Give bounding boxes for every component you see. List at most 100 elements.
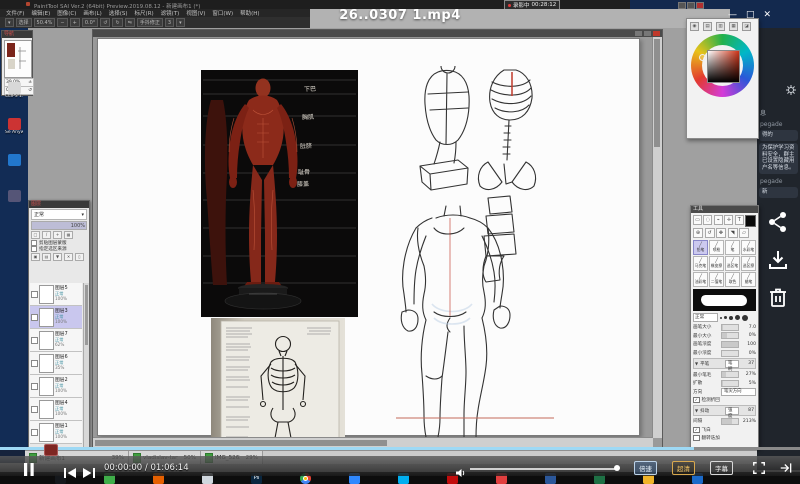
brush-11[interactable]: ╱蜡笔 xyxy=(741,272,756,287)
layer-row-6[interactable]: 图层1正常100% xyxy=(30,421,82,444)
download-icon[interactable] xyxy=(766,248,790,272)
special-tool-icon[interactable]: ▱ xyxy=(739,228,749,238)
setting-6[interactable]: 扩散5% xyxy=(693,379,756,388)
canvas-vertical-scrollbar[interactable] xyxy=(652,37,662,438)
eyedropper-icon[interactable]: ◥ xyxy=(728,228,738,238)
rotate-cw-button[interactable]: ↻ xyxy=(112,18,122,27)
layer-row-1[interactable]: 图层3正常100% xyxy=(30,306,82,329)
gear-icon[interactable] xyxy=(785,84,797,96)
mixer-tab-icon[interactable]: ◪ xyxy=(742,22,751,31)
text-tool-icon[interactable]: T xyxy=(735,215,744,225)
size-preset-1[interactable] xyxy=(720,317,722,319)
menu-5[interactable]: 标尺(R) xyxy=(135,9,154,17)
setting-1[interactable]: 最小大小0% xyxy=(693,332,756,341)
zoom-tool-icon[interactable]: ⊕ xyxy=(693,228,703,238)
tool-dropdown[interactable]: ▾ xyxy=(5,18,14,27)
layers-scrollbar[interactable] xyxy=(83,283,89,454)
new-folder-icon[interactable]: ▤ xyxy=(42,253,51,261)
menu-2[interactable]: 图像(C) xyxy=(57,9,76,17)
section-dropdown[interactable]: 笔刷 xyxy=(725,360,739,368)
hsv-tab-icon[interactable]: ▥ xyxy=(716,22,725,31)
setting-slider[interactable] xyxy=(721,324,739,331)
menu-7[interactable]: 视图(V) xyxy=(186,9,205,17)
chat-message[interactable]: 新 xyxy=(759,187,798,198)
select-tool-box[interactable]: 选择 xyxy=(16,18,32,27)
menu-4[interactable]: 选择(S) xyxy=(109,9,128,17)
swatch-tab-icon[interactable]: ▦ xyxy=(729,22,738,31)
setting-slider[interactable] xyxy=(721,380,739,387)
zoom-in-button[interactable]: + xyxy=(70,18,80,27)
pause-button[interactable] xyxy=(23,461,35,480)
volume-slider[interactable] xyxy=(470,468,618,470)
setting-5[interactable]: 最小笔毛27% xyxy=(693,370,756,379)
previous-button[interactable] xyxy=(64,463,76,482)
setting-slider[interactable] xyxy=(721,341,739,348)
setting-slider[interactable] xyxy=(721,418,739,425)
layer-visibility-checkbox[interactable] xyxy=(31,429,38,436)
brush-4[interactable]: ╱马克笔 xyxy=(693,256,708,271)
chat-message[interactable]: 为保护学习资料安全，群主已设置隐藏用户名等信息。 xyxy=(759,143,798,174)
setting-section-9[interactable]: ▼抖动强度87 xyxy=(693,405,756,416)
size-preset-5[interactable] xyxy=(742,315,748,321)
setting-section-4[interactable]: ▼平笔笔刷37 xyxy=(693,358,756,369)
canvas-window-titlebar[interactable] xyxy=(93,30,662,37)
desktop-app-icon[interactable] xyxy=(44,444,58,456)
layer-row-3[interactable]: 图层6正常35% xyxy=(30,352,82,375)
brush-1[interactable]: ╱喷枪 xyxy=(709,240,724,255)
brush-5[interactable]: ╱橡皮擦 xyxy=(709,256,724,271)
setting-check-12[interactable]: 翻转迭加 xyxy=(693,434,756,442)
trash-icon[interactable] xyxy=(766,286,790,310)
setting-dropdown[interactable]: 笔尖方向 xyxy=(721,388,756,396)
brush-2[interactable]: ╱笔 xyxy=(725,240,740,255)
rotate-tool-icon[interactable]: ↺ xyxy=(705,228,715,238)
wheel-tab-icon[interactable]: ◉ xyxy=(690,22,699,31)
zoom-value-box[interactable]: 50.4% xyxy=(34,18,56,27)
delete-layer-icon[interactable]: ▯ xyxy=(75,253,84,261)
canvas-maximize-button[interactable] xyxy=(644,31,651,36)
clear-icon[interactable]: ✕ xyxy=(64,253,73,261)
move-lock-icon[interactable]: + xyxy=(53,231,62,239)
size-preset-2[interactable] xyxy=(724,316,727,319)
setting-10[interactable]: 间隔213% xyxy=(693,417,756,426)
brush-0[interactable]: ╱铅笔 xyxy=(693,240,708,255)
layer-visibility-checkbox[interactable] xyxy=(31,360,38,367)
next-panel-icon[interactable] xyxy=(779,460,793,479)
share-icon[interactable] xyxy=(766,210,790,234)
menu-8[interactable]: 窗口(W) xyxy=(212,9,233,17)
section-dropdown[interactable]: 强度 xyxy=(725,407,739,415)
current-color-swatch[interactable] xyxy=(745,215,756,227)
brush-6[interactable]: ╱选区笔 xyxy=(725,256,740,271)
volume-knob[interactable] xyxy=(614,465,620,471)
stabilizer-dropdown[interactable]: ▾ xyxy=(176,18,185,27)
volume-icon[interactable] xyxy=(455,463,466,482)
hue-marker[interactable] xyxy=(699,54,706,61)
desktop-icon-1[interactable]: Se Anyw... xyxy=(5,118,23,135)
zoom-out-button[interactable]: − xyxy=(57,18,67,27)
subtitle-button[interactable]: 字幕 xyxy=(710,461,733,475)
navigator-thumbnail[interactable] xyxy=(4,40,32,78)
desktop-icon-3[interactable] xyxy=(5,190,23,202)
menu-6[interactable]: 滤镜(T) xyxy=(161,9,180,17)
lock-icon[interactable]: □ xyxy=(31,231,40,239)
size-preset-3[interactable] xyxy=(729,316,733,320)
next-button[interactable] xyxy=(83,463,95,482)
menu-3[interactable]: 画布(L) xyxy=(83,9,101,17)
move-icon[interactable]: ✛ xyxy=(724,215,733,225)
brush-3[interactable]: ╱水彩笔 xyxy=(741,240,756,255)
menu-1[interactable]: 编辑(E) xyxy=(31,9,50,17)
setting-0[interactable]: 画笔大小7.0 xyxy=(693,323,756,332)
brush-7[interactable]: ╱选区擦 xyxy=(741,256,756,271)
quality-button[interactable]: 超清 xyxy=(672,461,695,475)
sai-minimize-button[interactable] xyxy=(678,2,686,9)
canvas-minimize-button[interactable] xyxy=(635,31,642,36)
setting-7[interactable]: 方向笔尖方向 xyxy=(693,388,756,397)
brush-9[interactable]: ╱二值笔 xyxy=(709,272,724,287)
layer-visibility-checkbox[interactable] xyxy=(31,291,38,298)
opacity-slider[interactable]: 100% xyxy=(31,221,87,230)
menu-0[interactable]: 文件(F) xyxy=(6,9,24,17)
menu-9[interactable]: 帮助(H) xyxy=(240,9,259,17)
lasso-icon[interactable]: ◌ xyxy=(703,215,712,225)
hand-tool-icon[interactable]: ✥ xyxy=(716,228,726,238)
layer-visibility-checkbox[interactable] xyxy=(31,314,38,321)
desktop-icon-0[interactable]: CLIPS 1.1 xyxy=(5,82,23,99)
